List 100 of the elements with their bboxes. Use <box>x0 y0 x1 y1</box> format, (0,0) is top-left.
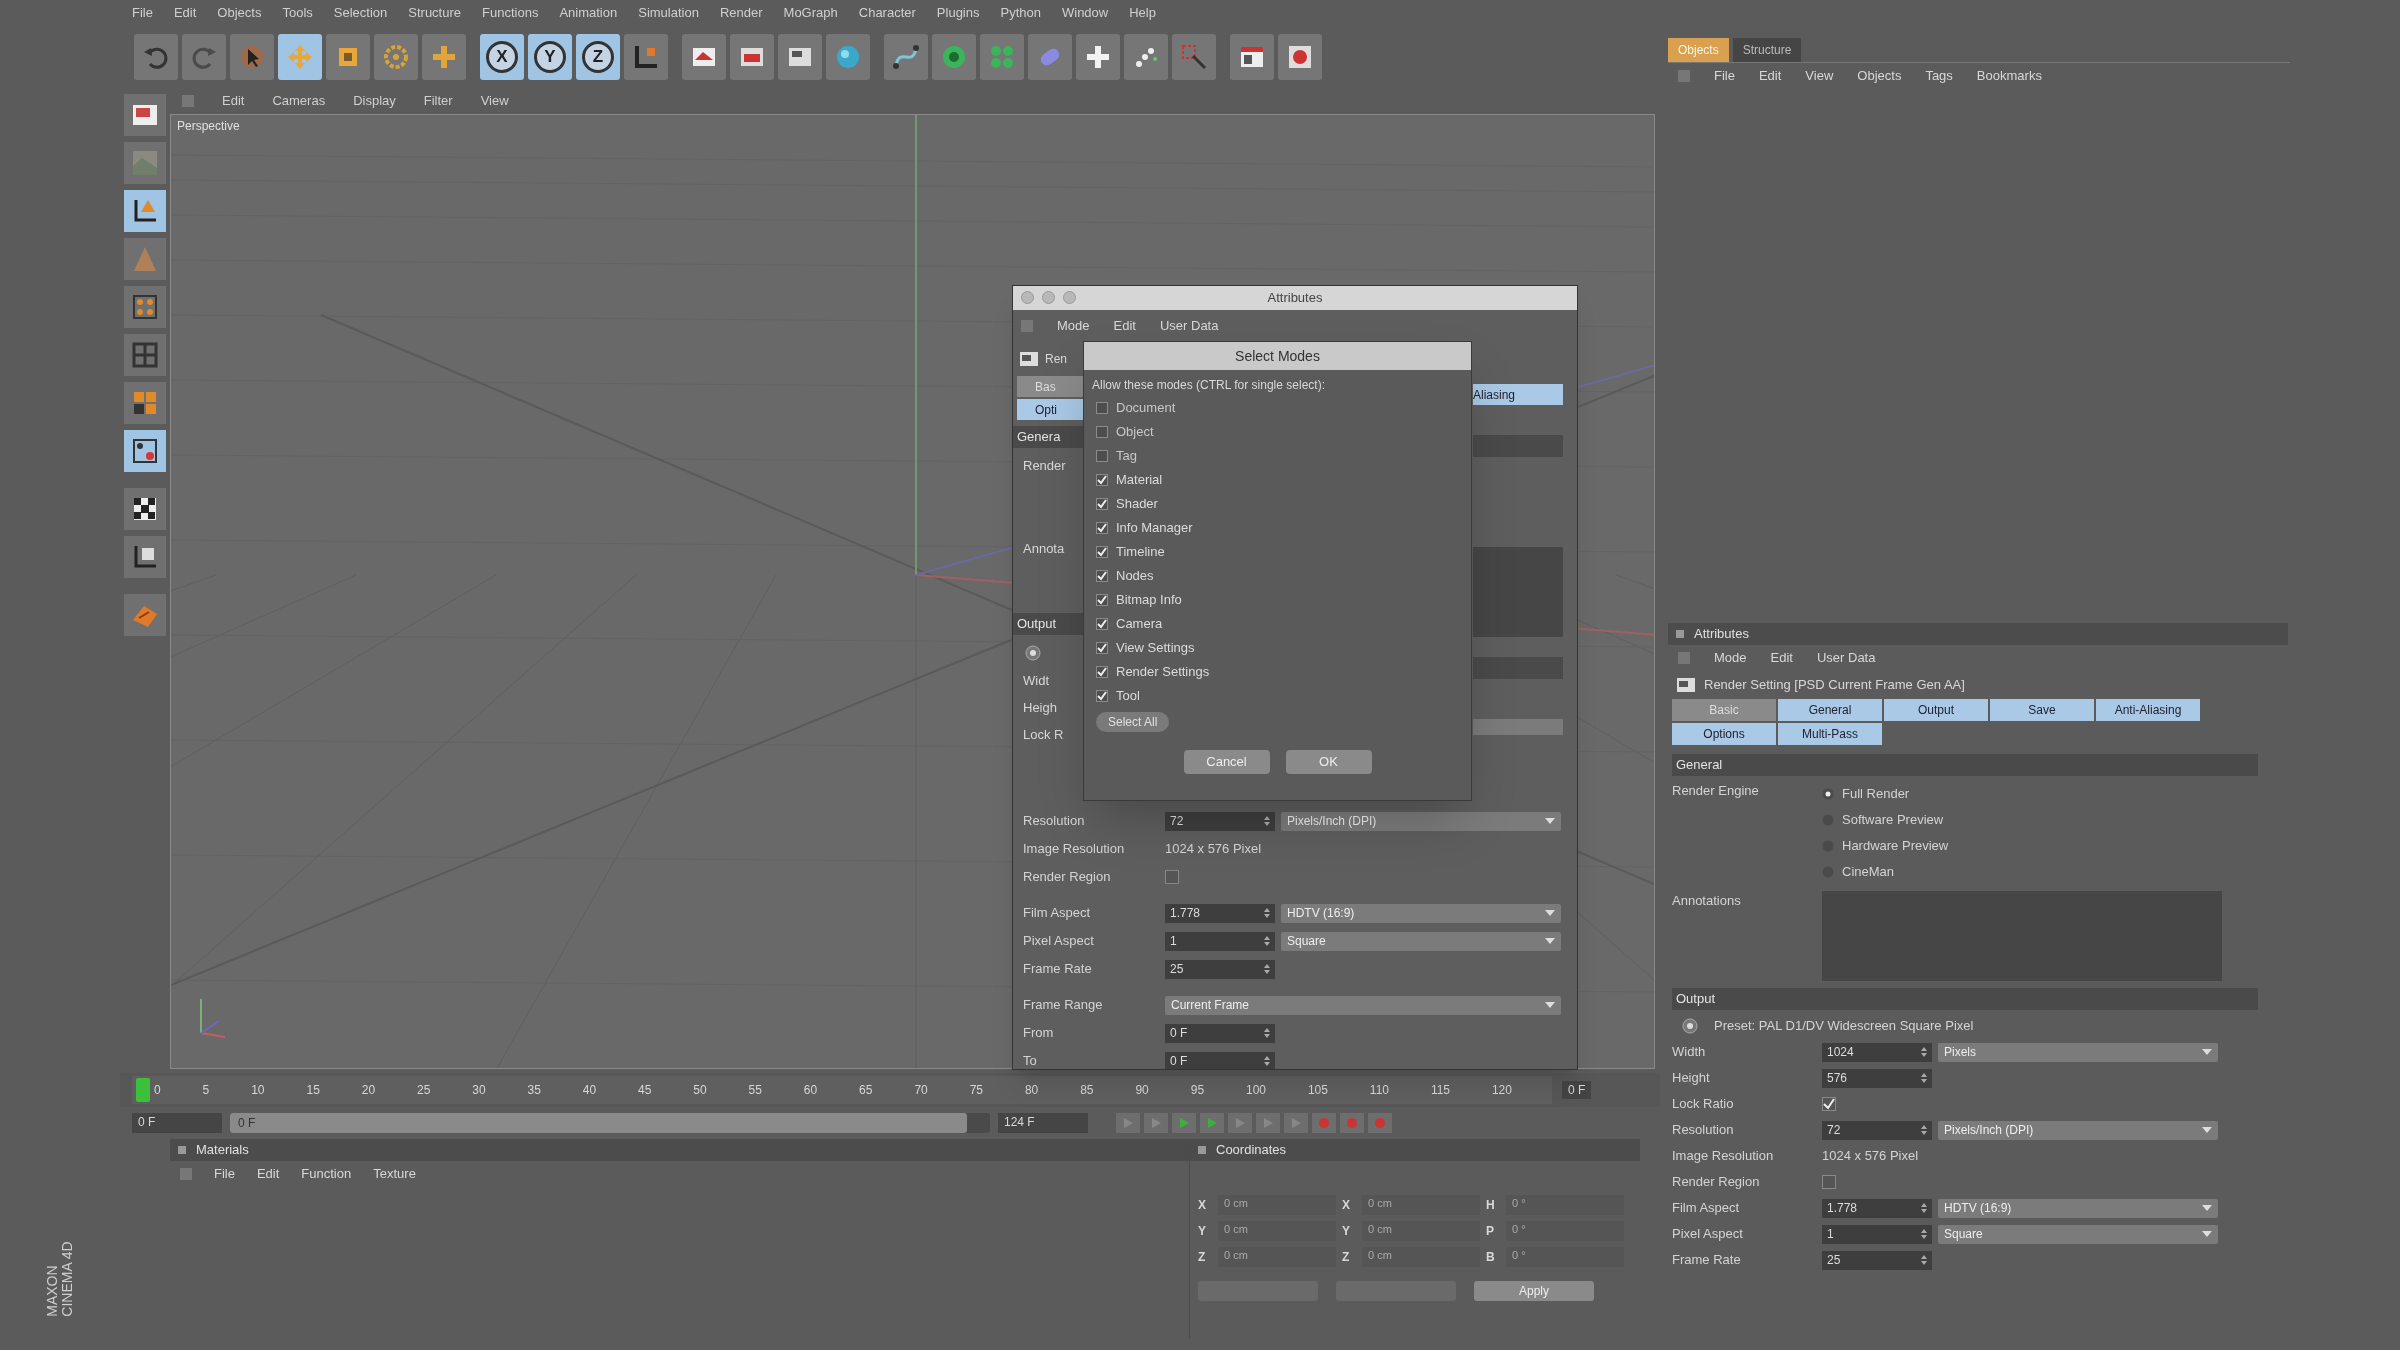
checkbox[interactable] <box>1096 426 1108 438</box>
attribute-tab[interactable]: Opti <box>1017 399 1084 420</box>
tool-button[interactable] <box>124 488 166 530</box>
coordinate-field[interactable]: 0 cm <box>1362 1247 1480 1267</box>
coordinate-field[interactable]: 0 cm <box>1218 1221 1336 1241</box>
checkbox[interactable] <box>1096 594 1108 606</box>
annotations-field[interactable] <box>1473 547 1563 637</box>
panel-handle-icon[interactable] <box>1676 630 1684 638</box>
number-field[interactable]: 1.778 <box>1165 903 1275 923</box>
checkbox[interactable] <box>1822 1097 1836 1111</box>
menu-item[interactable]: Texture <box>373 1164 416 1184</box>
checkbox[interactable] <box>1096 546 1108 558</box>
coordinate-field[interactable]: 0 ° <box>1506 1221 1624 1241</box>
menu-item[interactable]: Edit <box>173 3 197 23</box>
start-frame-field[interactable]: 0 F <box>132 1113 222 1133</box>
spinner-icon[interactable] <box>1921 1203 1927 1213</box>
checkbox[interactable] <box>1096 666 1108 678</box>
toolbar-button[interactable] <box>624 34 668 80</box>
checkbox[interactable] <box>1096 450 1108 462</box>
axis-lock-button[interactable]: Y <box>528 34 572 80</box>
playback-button[interactable] <box>1228 1113 1252 1133</box>
spinner-icon[interactable] <box>1921 1229 1927 1239</box>
menu-item[interactable]: Simulation <box>638 3 699 23</box>
panel-tab[interactable]: Structure <box>1732 38 1802 62</box>
number-field[interactable]: 0 F <box>1165 1023 1275 1043</box>
playback-button[interactable] <box>1256 1113 1280 1133</box>
apply-button[interactable]: Apply <box>1474 1281 1594 1301</box>
menu-item[interactable]: Render <box>719 3 763 23</box>
window-control-button[interactable] <box>1042 291 1055 304</box>
coordinate-field[interactable]: 0 cm <box>1362 1221 1480 1241</box>
radio-button[interactable] <box>1822 788 1834 800</box>
spinner-icon[interactable] <box>1264 908 1270 918</box>
toolbar-button[interactable] <box>826 34 870 80</box>
attribute-tab[interactable]: Basic <box>1672 699 1776 721</box>
menu-item[interactable]: Python <box>1000 3 1041 23</box>
menu-item[interactable]: Objects <box>1857 65 1902 86</box>
menu-item[interactable]: Edit <box>1113 316 1136 336</box>
unit-dropdown[interactable]: Pixels/Inch (DPI) <box>1281 811 1561 831</box>
number-field[interactable]: 1 <box>1165 931 1275 951</box>
playback-button[interactable] <box>1116 1113 1140 1133</box>
playback-button[interactable] <box>1200 1113 1224 1133</box>
panel-handle-icon[interactable] <box>1678 69 1690 82</box>
toolbar-button[interactable] <box>134 34 178 80</box>
range-slider[interactable]: 0 F <box>230 1113 968 1133</box>
checkbox[interactable] <box>1096 402 1108 414</box>
tool-button[interactable] <box>124 430 166 472</box>
attribute-tab[interactable]: Bas <box>1017 376 1084 397</box>
menu-item[interactable]: Filter <box>423 91 453 111</box>
menu-item[interactable]: File <box>1714 65 1735 86</box>
number-field[interactable]: 576 <box>1822 1068 1932 1088</box>
menu-item[interactable]: Edit <box>1758 65 1782 86</box>
menu-item[interactable]: File <box>214 1164 235 1184</box>
toolbar-button[interactable] <box>778 34 822 80</box>
toolbar-button[interactable] <box>230 34 274 80</box>
spinner-icon[interactable] <box>1264 936 1270 946</box>
menu-item[interactable]: Character <box>858 3 916 23</box>
number-field[interactable]: 25 <box>1822 1250 1932 1270</box>
coordinate-field[interactable]: 0 cm <box>1218 1195 1336 1215</box>
toolbar-button[interactable] <box>326 34 370 80</box>
panel-handle-icon[interactable] <box>1678 652 1690 664</box>
menu-item[interactable]: User Data <box>1816 648 1876 668</box>
unit-dropdown[interactable]: Square <box>1938 1224 2218 1244</box>
window-control-button[interactable] <box>1063 291 1076 304</box>
checkbox[interactable] <box>1096 498 1108 510</box>
coordinate-field[interactable]: 0 cm <box>1362 1195 1480 1215</box>
tool-button[interactable] <box>124 190 166 232</box>
spinner-icon[interactable] <box>1264 964 1270 974</box>
timeline-ruler[interactable]: 0 5 10 15 20 25 30 35 40 45 50 55 60 65 70 75 80 85 90 95 100 105 110 115 120 <box>132 1076 1552 1104</box>
spinner-icon[interactable] <box>1264 1028 1270 1038</box>
menu-item[interactable]: Objects <box>217 3 262 23</box>
checkbox[interactable] <box>1096 690 1108 702</box>
checkbox[interactable] <box>1822 1175 1836 1189</box>
menu-item[interactable]: Structure <box>408 3 462 23</box>
number-field[interactable]: 0 F <box>1165 1051 1275 1069</box>
attribute-tab[interactable]: Anti-Aliasing <box>2096 699 2200 721</box>
spinner-icon[interactable] <box>1264 816 1270 826</box>
spinner-icon[interactable] <box>1264 1056 1270 1066</box>
select-all-button[interactable]: Select All <box>1096 712 1170 732</box>
tool-button[interactable] <box>124 536 166 578</box>
menu-item[interactable]: Display <box>353 91 396 111</box>
attribute-tab[interactable]: Save <box>1990 699 2094 721</box>
number-field[interactable]: 1.778 <box>1822 1198 1932 1218</box>
window-control-button[interactable] <box>1021 291 1034 304</box>
current-frame-field[interactable]: 0 F <box>1562 1081 1592 1099</box>
toolbar-button[interactable] <box>1124 34 1168 80</box>
panel-handle-icon[interactable] <box>178 1146 186 1154</box>
end-frame-field[interactable]: 124 F <box>998 1113 1088 1133</box>
panel-handle-icon[interactable] <box>1021 320 1033 332</box>
menu-item[interactable]: Function <box>301 1164 352 1184</box>
ok-button[interactable]: OK <box>1285 750 1372 774</box>
spinner-icon[interactable] <box>1921 1073 1927 1083</box>
attribute-tab[interactable]: Output <box>1884 699 1988 721</box>
menu-item[interactable]: Window <box>1061 3 1109 23</box>
toolbar-button[interactable] <box>1230 34 1274 80</box>
menu-item[interactable]: MoGraph <box>783 3 838 23</box>
checkbox[interactable] <box>1165 870 1179 884</box>
toolbar-button[interactable] <box>884 34 928 80</box>
preset-icon[interactable] <box>1025 645 1041 661</box>
menu-item[interactable]: Cameras <box>272 91 326 111</box>
unit-dropdown[interactable]: Pixels/Inch (DPI) <box>1938 1120 2218 1140</box>
